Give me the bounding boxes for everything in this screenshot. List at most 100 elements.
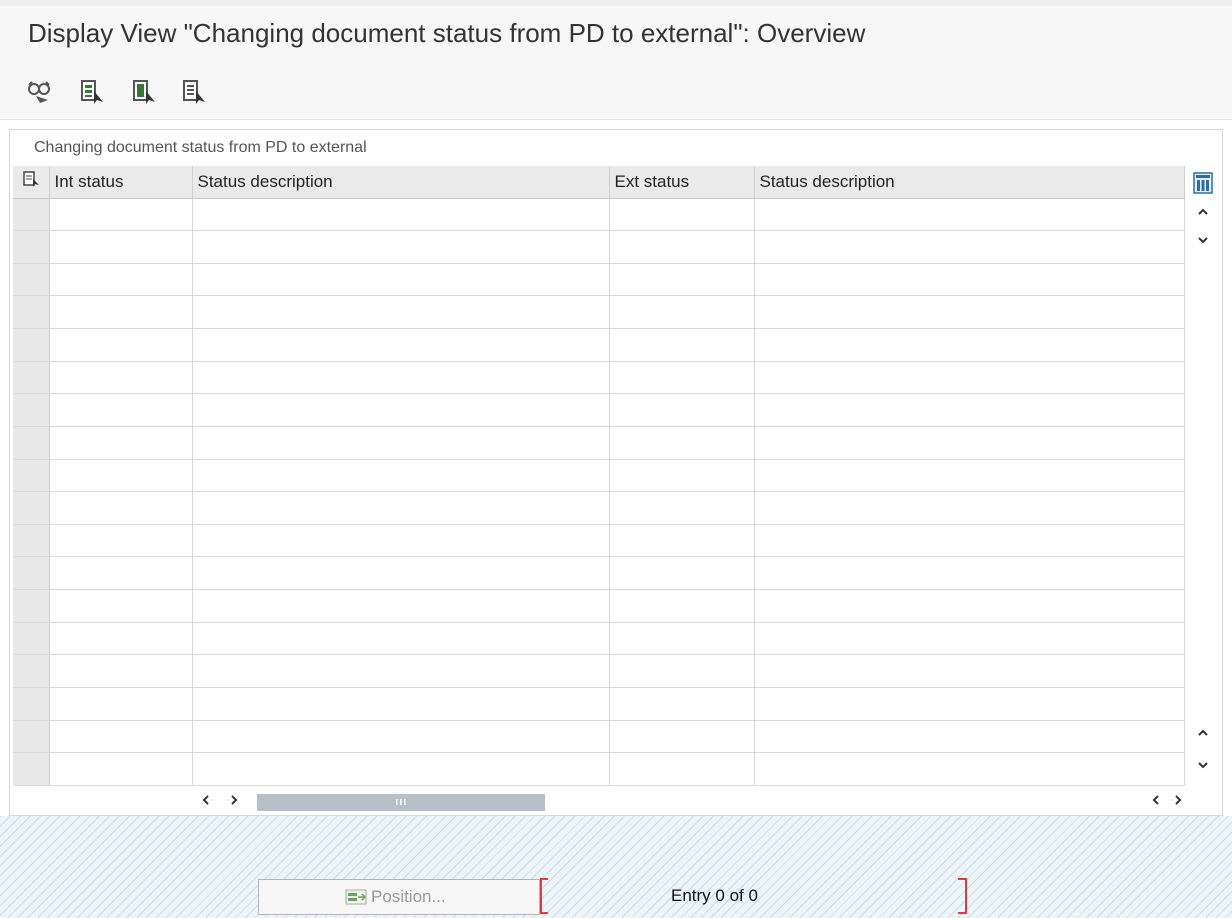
table-cell[interactable]	[49, 491, 193, 525]
table-cell[interactable]	[609, 361, 755, 395]
table-cell[interactable]	[192, 556, 610, 590]
table-cell[interactable]	[609, 295, 755, 329]
table-cell[interactable]	[192, 589, 610, 623]
table-cell[interactable]	[49, 556, 193, 590]
table-cell[interactable]	[49, 622, 193, 656]
table-cell[interactable]	[754, 263, 1185, 297]
table-cell[interactable]	[192, 361, 610, 395]
table-cell[interactable]	[754, 491, 1185, 525]
table-cell[interactable]	[49, 524, 193, 558]
table-cell[interactable]	[754, 687, 1185, 721]
display-change-button[interactable]	[26, 78, 52, 106]
table-cell[interactable]	[49, 720, 193, 754]
table-cell[interactable]	[192, 328, 610, 362]
table-cell[interactable]	[49, 654, 193, 688]
table-cell[interactable]	[754, 198, 1185, 232]
table-row[interactable]	[13, 556, 1185, 590]
table-cell[interactable]	[192, 720, 610, 754]
table-cell[interactable]	[754, 295, 1185, 329]
table-cell[interactable]	[609, 556, 755, 590]
table-cell[interactable]	[609, 491, 755, 525]
position-button[interactable]: Position...	[258, 879, 540, 915]
table-cell[interactable]	[609, 687, 755, 721]
page-up-button[interactable]	[1194, 727, 1212, 743]
table-row[interactable]	[13, 720, 1185, 754]
table-cell[interactable]	[609, 198, 755, 232]
table-row[interactable]	[13, 263, 1185, 297]
table-cell[interactable]	[609, 328, 755, 362]
scroll-up-button[interactable]	[1194, 206, 1212, 222]
row-selector[interactable]	[13, 556, 50, 590]
row-selector[interactable]	[13, 328, 50, 362]
table-row[interactable]	[13, 459, 1185, 493]
table-cell[interactable]	[49, 589, 193, 623]
table-row[interactable]	[13, 752, 1185, 786]
table-row[interactable]	[13, 589, 1185, 623]
table-cell[interactable]	[192, 752, 610, 786]
table-row[interactable]	[13, 426, 1185, 460]
row-selector[interactable]	[13, 622, 50, 656]
column-header-ext-status-description[interactable]: Status description	[754, 166, 1185, 199]
table-cell[interactable]	[49, 361, 193, 395]
row-selector[interactable]	[13, 295, 50, 329]
table-cell[interactable]	[609, 524, 755, 558]
table-row[interactable]	[13, 491, 1185, 525]
table-cell[interactable]	[609, 426, 755, 460]
table-row[interactable]	[13, 198, 1185, 232]
table-cell[interactable]	[49, 752, 193, 786]
deselect-all-button[interactable]	[181, 78, 207, 106]
table-cell[interactable]	[609, 230, 755, 264]
row-selector[interactable]	[13, 720, 50, 754]
horizontal-scrollbar[interactable]	[195, 792, 1185, 812]
table-cell[interactable]	[609, 393, 755, 427]
table-row[interactable]	[13, 295, 1185, 329]
table-cell[interactable]	[609, 622, 755, 656]
table-cell[interactable]	[192, 295, 610, 329]
table-cell[interactable]	[754, 720, 1185, 754]
table-cell[interactable]	[754, 426, 1185, 460]
column-header-ext-status[interactable]: Ext status	[609, 166, 755, 199]
row-selector[interactable]	[13, 361, 50, 395]
scroll-left-button[interactable]	[200, 792, 212, 811]
column-settings-button[interactable]	[1193, 172, 1213, 194]
column-header-int-status[interactable]: Int status	[49, 166, 193, 199]
scroll-right-button[interactable]	[228, 792, 240, 811]
table-row[interactable]	[13, 328, 1185, 362]
scroll-far-right-button[interactable]	[1172, 792, 1184, 811]
table-cell[interactable]	[49, 198, 193, 232]
table-cell[interactable]	[754, 230, 1185, 264]
table-cell[interactable]	[754, 393, 1185, 427]
table-cell[interactable]	[754, 556, 1185, 590]
table-cell[interactable]	[609, 654, 755, 688]
table-row[interactable]	[13, 230, 1185, 264]
table-cell[interactable]	[192, 459, 610, 493]
row-selector[interactable]	[13, 198, 50, 232]
table-cell[interactable]	[754, 459, 1185, 493]
table-row[interactable]	[13, 654, 1185, 688]
table-cell[interactable]	[192, 230, 610, 264]
table-cell[interactable]	[754, 752, 1185, 786]
table-cell[interactable]	[192, 426, 610, 460]
select-all-button[interactable]	[79, 78, 105, 106]
table-cell[interactable]	[49, 393, 193, 427]
select-block-button[interactable]	[131, 78, 157, 106]
table-cell[interactable]	[49, 230, 193, 264]
table-cell[interactable]	[754, 589, 1185, 623]
table-cell[interactable]	[192, 263, 610, 297]
select-all-rows-cell[interactable]	[13, 166, 50, 199]
table-cell[interactable]	[49, 426, 193, 460]
column-header-int-status-description[interactable]: Status description	[192, 166, 610, 199]
table-cell[interactable]	[192, 524, 610, 558]
table-cell[interactable]	[49, 459, 193, 493]
table-cell[interactable]	[609, 589, 755, 623]
row-selector[interactable]	[13, 654, 50, 688]
row-selector[interactable]	[13, 426, 50, 460]
row-selector[interactable]	[13, 687, 50, 721]
row-selector[interactable]	[13, 393, 50, 427]
table-cell[interactable]	[192, 198, 610, 232]
row-selector[interactable]	[13, 752, 50, 786]
row-selector[interactable]	[13, 459, 50, 493]
table-row[interactable]	[13, 361, 1185, 395]
table-cell[interactable]	[49, 295, 193, 329]
table-cell[interactable]	[192, 491, 610, 525]
